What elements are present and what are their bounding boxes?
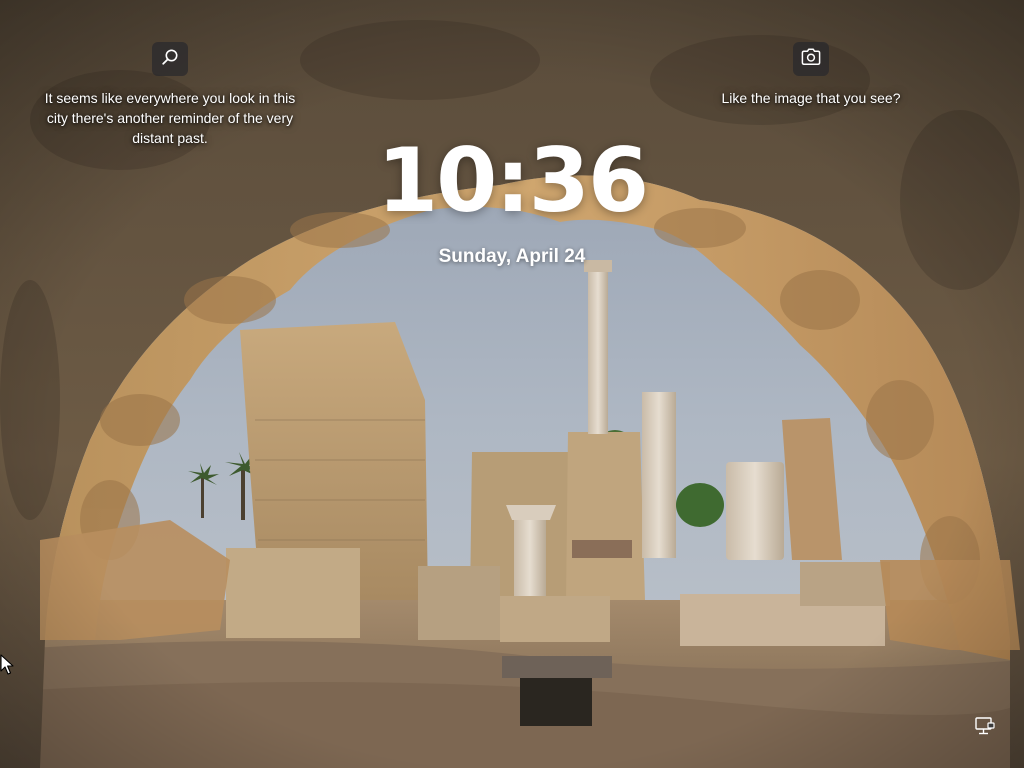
lock-screen-date: Sunday, April 24	[438, 246, 586, 267]
network-ethernet-icon	[974, 717, 996, 740]
network-status-button[interactable]	[974, 716, 996, 736]
lock-screen-time: 10:36	[376, 129, 649, 232]
lock-screen[interactable]: It seems like everywhere you look in thi…	[0, 0, 1024, 768]
spotlight-like-button[interactable]	[793, 42, 829, 76]
spotlight-search-button[interactable]	[152, 42, 188, 76]
search-icon	[161, 48, 179, 71]
spotlight-like-prompt[interactable]: Like the image that you see?	[700, 88, 922, 108]
spotlight-fact-text[interactable]: It seems like everywhere you look in thi…	[40, 88, 300, 148]
camera-icon	[801, 47, 821, 71]
